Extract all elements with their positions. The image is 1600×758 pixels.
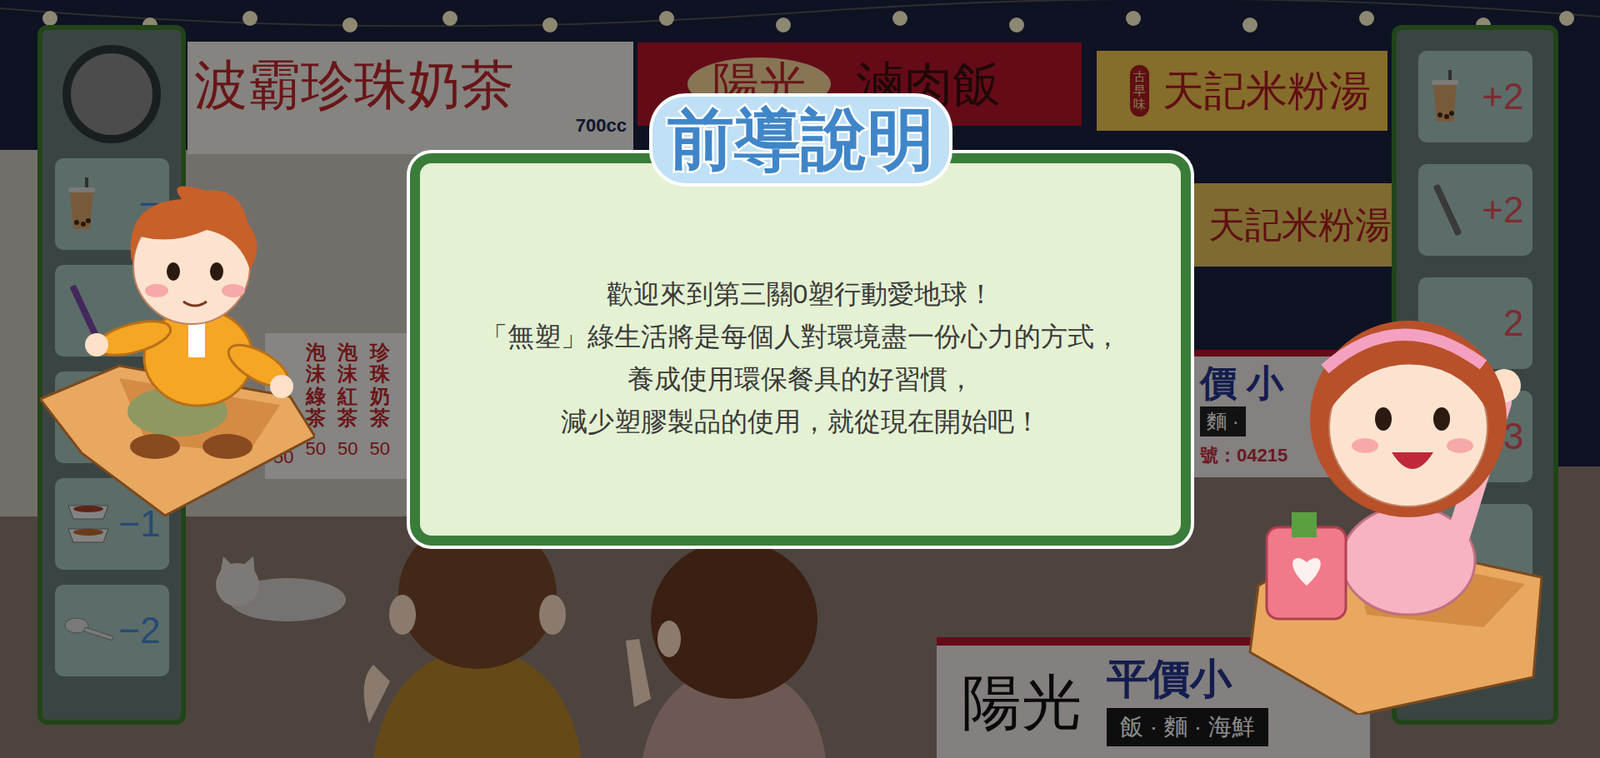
intro-dialog: 歡迎來到第三關0塑行動愛地球！「無塑」綠生活將是每個人對環境盡一份心力的方式，養… — [410, 153, 1191, 546]
dialog-line: 「無塑」綠生活將是每個人對環境盡一份心力的方式， — [480, 315, 1121, 359]
dialog-line: 養成使用環保餐具的好習慣， — [627, 358, 975, 401]
dialog-line: 減少塑膠製品的使用，就從現在開始吧！ — [560, 400, 1041, 444]
game-screen: 波霸珍珠奶茶700cc50泡沫綠茶50泡沫紅茶50珍珠奶茶50陽光滷肉飯古早味天… — [0, 0, 1600, 758]
dialog-line: 歡迎來到第三關0塑行動愛地球！ — [606, 273, 995, 316]
dialog-title: 前導說明 — [652, 96, 950, 184]
dialog-title-text: 前導說明 — [667, 102, 935, 177]
boy-character — [40, 178, 315, 520]
girl-character — [1233, 285, 1550, 715]
